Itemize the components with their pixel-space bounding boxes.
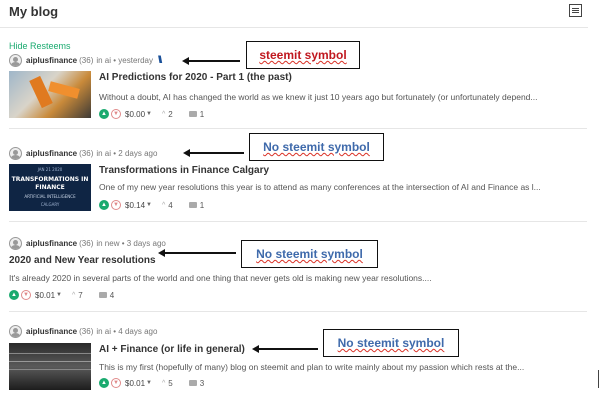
post-title[interactable]: AI Predictions for 2020 - Part 1 (the pa… <box>99 72 292 83</box>
downvote-button[interactable]: ▼ <box>111 200 121 210</box>
post-author-row: aiplusfinance (36) in new • 3 days ago <box>9 236 166 250</box>
post-divider <box>9 128 587 129</box>
author-name[interactable]: aiplusfinance <box>26 327 77 336</box>
comments-count[interactable]: 3 <box>200 379 204 388</box>
blog-header: My blog <box>0 0 588 28</box>
comments-icon <box>98 292 107 298</box>
post-meta: in ai • 4 days ago <box>96 326 158 336</box>
votes-count[interactable]: 7 <box>78 291 82 300</box>
thumbnail-date: JAN 21 2020 <box>37 167 63 172</box>
annotation-text: No steemit symbol <box>263 140 370 154</box>
upvote-button[interactable]: ▲ <box>9 290 19 300</box>
post-footer: ▲ ▼ $0.01 ▼ ^ 7 4 <box>9 289 114 301</box>
annotation-text: steemit symbol <box>259 48 347 62</box>
post-excerpt[interactable]: Without a doubt, AI has changed the worl… <box>99 92 585 102</box>
post-thumbnail[interactable] <box>9 71 91 118</box>
post-footer: ▲ ▼ $0.14 ▼ ^ 4 1 <box>99 199 204 211</box>
post-excerpt[interactable]: One of my new year resolutions this year… <box>99 182 585 192</box>
page-title: My blog <box>9 4 59 19</box>
post-thumbnail[interactable] <box>9 343 91 390</box>
votes-count[interactable]: 2 <box>168 110 172 119</box>
thumbnail-title-line1: TRANSFORMATIONS IN <box>11 176 89 183</box>
upvote-button[interactable]: ▲ <box>99 200 109 210</box>
comments-count[interactable]: 1 <box>200 201 204 210</box>
author-reputation: (36) <box>79 55 94 65</box>
page-edge-divider <box>598 370 599 388</box>
chevron-down-icon[interactable]: ▼ <box>56 292 62 298</box>
hide-resteems-link[interactable]: Hide Resteems <box>9 41 71 51</box>
post-divider <box>9 221 587 222</box>
downvote-button[interactable]: ▼ <box>111 378 121 388</box>
annotation-text: No steemit symbol <box>256 247 363 261</box>
avatar[interactable] <box>9 236 22 250</box>
comments-count[interactable]: 1 <box>200 110 204 119</box>
post-title[interactable]: AI + Finance (or life in general) <box>99 344 245 355</box>
comments-icon <box>188 380 197 386</box>
post-divider <box>9 311 587 312</box>
post-author-row: aiplusfinance (36) in ai • 4 days ago <box>9 324 157 338</box>
author-reputation: (36) <box>79 148 94 158</box>
author-name[interactable]: aiplusfinance <box>26 239 77 248</box>
post-footer: ▲ ▼ $0.01 ▼ ^ 5 3 <box>99 377 204 389</box>
downvote-button[interactable]: ▼ <box>21 290 31 300</box>
author-name[interactable]: aiplusfinance <box>26 149 77 158</box>
avatar[interactable] <box>9 53 22 67</box>
thumbnail-subtitle: ARTIFICIAL INTELLIGENCE <box>24 194 76 199</box>
post-title[interactable]: Transformations in Finance Calgary <box>99 165 269 176</box>
annotation-callout: steemit symbol <box>246 41 360 69</box>
post-footer: ▲ ▼ $0.00 ▼ ^ 2 1 <box>99 108 204 120</box>
annotation-arrow <box>252 345 318 353</box>
comments-count[interactable]: 4 <box>110 291 114 300</box>
payout-value[interactable]: $0.01 <box>125 379 145 388</box>
annotation-arrow <box>182 57 240 65</box>
annotation-callout: No steemit symbol <box>241 240 378 268</box>
steemit-logo-icon: \\\ <box>157 54 163 66</box>
post-thumbnail[interactable]: JAN 21 2020 TRANSFORMATIONS IN FINANCE A… <box>9 164 91 211</box>
annotation-arrow <box>183 149 244 157</box>
chevron-down-icon[interactable]: ▼ <box>146 380 152 386</box>
annotation-text: No steemit symbol <box>337 336 445 350</box>
avatar[interactable] <box>9 324 22 338</box>
post-title[interactable]: 2020 and New Year resolutions <box>9 255 156 266</box>
payout-value[interactable]: $0.01 <box>35 291 55 300</box>
votes-count[interactable]: 4 <box>168 201 172 210</box>
post-meta: in new • 3 days ago <box>96 238 166 248</box>
post-meta: in ai • 2 days ago <box>96 148 158 158</box>
votes-chevron-icon: ^ <box>161 201 166 209</box>
annotation-callout: No steemit symbol <box>323 329 459 357</box>
payout-value[interactable]: $0.14 <box>125 201 145 210</box>
upvote-button[interactable]: ▲ <box>99 109 109 119</box>
thumbnail-location: CALGARY <box>40 202 60 207</box>
comments-icon <box>188 111 197 117</box>
upvote-button[interactable]: ▲ <box>99 378 109 388</box>
annotation-arrow <box>158 249 236 257</box>
votes-count[interactable]: 5 <box>168 379 172 388</box>
post-excerpt[interactable]: This is my first (hopefully of many) blo… <box>99 362 585 372</box>
avatar[interactable] <box>9 146 22 160</box>
post-excerpt[interactable]: It's already 2020 in several parts of th… <box>9 273 585 283</box>
chevron-down-icon[interactable]: ▼ <box>146 202 152 208</box>
annotation-callout: No steemit symbol <box>249 133 384 161</box>
comments-icon <box>188 202 197 208</box>
downvote-button[interactable]: ▼ <box>111 109 121 119</box>
thumbnail-title-line2: FINANCE <box>35 184 65 191</box>
post-meta: in ai • yesterday <box>96 55 153 65</box>
chevron-down-icon[interactable]: ▼ <box>146 111 152 117</box>
post-author-row: aiplusfinance (36) in ai • yesterday \\\ <box>9 53 163 67</box>
payout-value[interactable]: $0.00 <box>125 110 145 119</box>
view-toggle-icon[interactable] <box>569 4 582 17</box>
votes-chevron-icon: ^ <box>161 379 166 387</box>
author-reputation: (36) <box>79 238 94 248</box>
post-author-row: aiplusfinance (36) in ai • 2 days ago <box>9 146 157 160</box>
votes-chevron-icon: ^ <box>161 110 166 118</box>
votes-chevron-icon: ^ <box>71 291 76 299</box>
author-name[interactable]: aiplusfinance <box>26 56 77 65</box>
author-reputation: (36) <box>79 326 94 336</box>
